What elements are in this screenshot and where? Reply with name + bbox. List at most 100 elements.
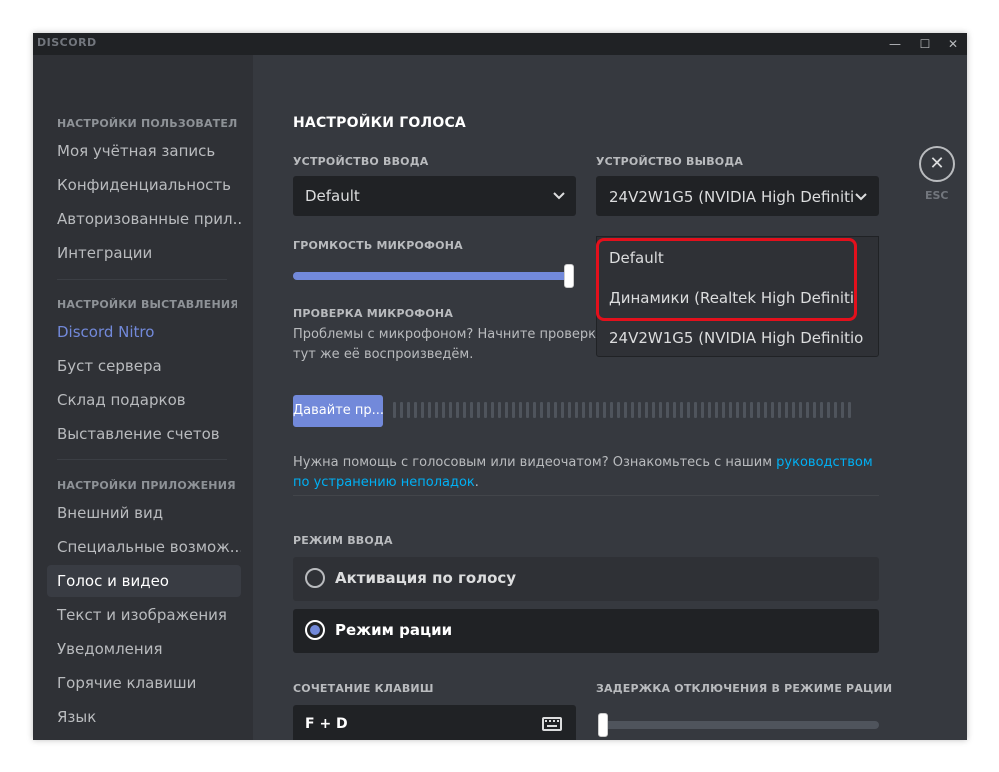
meter-bar <box>435 402 438 418</box>
sidebar-item-server-boost[interactable]: Буст сервера <box>47 350 241 382</box>
sidebar-item-voice-video[interactable]: Голос и видео <box>47 565 241 597</box>
meter-bar <box>701 402 704 418</box>
keyboard-icon[interactable] <box>542 717 562 731</box>
input-mode-voice-activity[interactable]: Активация по голосу <box>293 557 879 601</box>
meter-bar <box>694 402 697 418</box>
meter-bar <box>827 402 830 418</box>
meter-bar <box>589 402 592 418</box>
release-delay-label: ЗАДЕРЖКА ОТКЛЮЧЕНИЯ В РЕЖИМЕ РАЦИИ <box>596 682 893 695</box>
meter-bar <box>631 402 634 418</box>
input-device-value: Default <box>305 187 360 205</box>
meter-bar <box>666 402 669 418</box>
close-settings-button[interactable]: ✕ <box>919 146 955 182</box>
mic-volume-label: ГРОМКОСТЬ МИКРОФОНА <box>293 239 463 252</box>
meter-bar <box>575 402 578 418</box>
sidebar-header-billing-settings: НАСТРОЙКИ ВЫСТАВЛЕНИЯ... <box>57 298 237 311</box>
meter-bar <box>533 402 536 418</box>
meter-bar <box>617 402 620 418</box>
meter-bar <box>841 402 844 418</box>
meter-bar <box>428 402 431 418</box>
push-to-talk-label: Режим рации <box>335 621 453 639</box>
meter-bar <box>561 402 564 418</box>
input-device-select[interactable]: Default <box>293 176 576 216</box>
meter-bar <box>792 402 795 418</box>
meter-bar <box>470 402 473 418</box>
sidebar-item-integrations[interactable]: Интеграции <box>47 237 241 269</box>
sidebar-item-nitro[interactable]: Discord Nitro <box>47 316 241 348</box>
sidebar-item-keybinds[interactable]: Горячие клавиши <box>47 667 241 699</box>
sidebar-item-gift-inventory[interactable]: Склад подарков <box>47 384 241 416</box>
meter-bar <box>414 402 417 418</box>
meter-bar <box>743 402 746 418</box>
mic-test-label: ПРОВЕРКА МИКРОФОНА <box>293 307 454 320</box>
meter-bar <box>407 402 410 418</box>
meter-bar <box>463 402 466 418</box>
meter-bar <box>624 402 627 418</box>
meter-bar <box>512 402 515 418</box>
meter-bar <box>673 402 676 418</box>
help-text: Нужна помощь с голосовым или видеочатом?… <box>293 453 879 493</box>
section-divider <box>293 495 879 496</box>
meter-bar <box>484 402 487 418</box>
meter-bar <box>505 402 508 418</box>
meter-bar <box>540 402 543 418</box>
close-window-button[interactable]: ✕ <box>943 33 963 55</box>
meter-bar <box>442 402 445 418</box>
meter-bar <box>491 402 494 418</box>
minimize-button[interactable]: — <box>885 33 905 55</box>
titlebar: DISCORD — ☐ ✕ <box>33 33 967 55</box>
settings-sidebar: НАСТРОЙКИ ПОЛЬЗОВАТЕЛЯ Моя учётная запис… <box>33 55 253 740</box>
sidebar-item-billing[interactable]: Выставление счетов <box>47 418 241 450</box>
meter-bar <box>848 402 851 418</box>
meter-bar <box>526 402 529 418</box>
mic-volume-fill <box>293 272 569 280</box>
sidebar-divider <box>57 279 227 280</box>
mic-test-button[interactable]: Давайте пр... <box>293 395 383 427</box>
shortcut-field[interactable]: F + D <box>293 705 576 740</box>
sidebar-item-appearance[interactable]: Внешний вид <box>47 497 241 529</box>
meter-bar <box>547 402 550 418</box>
voice-activity-label: Активация по голосу <box>335 569 517 587</box>
mic-level-meter <box>393 402 855 420</box>
meter-bar <box>400 402 403 418</box>
maximize-button[interactable]: ☐ <box>915 33 935 55</box>
discord-window: DISCORD — ☐ ✕ НАСТРОЙКИ ПОЛЬЗОВАТЕЛЯ Моя… <box>33 33 967 740</box>
meter-bar <box>722 402 725 418</box>
meter-bar <box>729 402 732 418</box>
meter-bar <box>645 402 648 418</box>
meter-bar <box>764 402 767 418</box>
meter-bar <box>715 402 718 418</box>
meter-bar <box>652 402 655 418</box>
meter-bar <box>498 402 501 418</box>
meter-bar <box>582 402 585 418</box>
radio-push-to-talk[interactable] <box>305 620 325 640</box>
sidebar-item-notifications[interactable]: Уведомления <box>47 633 241 665</box>
meter-bar <box>659 402 662 418</box>
chevron-down-icon <box>552 176 566 216</box>
meter-bar <box>820 402 823 418</box>
meter-bar <box>785 402 788 418</box>
meter-bar <box>687 402 690 418</box>
meter-bar <box>393 402 396 418</box>
mic-volume-handle[interactable] <box>564 264 574 288</box>
sidebar-item-accessibility[interactable]: Специальные возмож... <box>47 531 241 563</box>
sidebar-item-text-images[interactable]: Текст и изображения <box>47 599 241 631</box>
meter-bar <box>813 402 816 418</box>
sidebar-item-language[interactable]: Язык <box>47 701 241 733</box>
help-text-body: Нужна помощь с голосовым или видеочатом?… <box>293 455 777 470</box>
meter-bar <box>750 402 753 418</box>
voice-settings-panel: НАСТРОЙКИ ГОЛОСА УСТРОЙСТВО ВВОДА Defaul… <box>253 55 967 740</box>
meter-bar <box>596 402 599 418</box>
output-device-select[interactable]: 24V2W1G5 (NVIDIA High Definitio <box>596 176 879 216</box>
sidebar-item-my-account[interactable]: Моя учётная запись <box>47 135 241 167</box>
input-mode-push-to-talk[interactable]: Режим рации <box>293 609 879 653</box>
radio-voice-activity[interactable] <box>305 568 325 588</box>
output-option-nvidia[interactable]: 24V2W1G5 (NVIDIA High Definitio <box>609 329 863 347</box>
shortcut-value: F + D <box>305 716 348 732</box>
release-delay-handle[interactable] <box>598 713 608 737</box>
sidebar-header-app-settings: НАСТРОЙКИ ПРИЛОЖЕНИЯ <box>57 479 236 492</box>
meter-bar <box>638 402 641 418</box>
sidebar-item-authorized-apps[interactable]: Авторизованные прил... <box>47 203 241 235</box>
output-device-value: 24V2W1G5 (NVIDIA High Definitio <box>609 188 854 206</box>
sidebar-item-privacy[interactable]: Конфиденциальность <box>47 169 241 201</box>
